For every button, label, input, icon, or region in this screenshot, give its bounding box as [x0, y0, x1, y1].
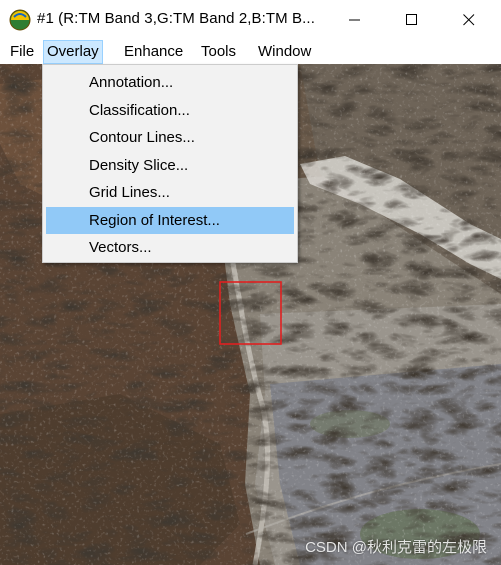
overlay-dropdown-menu: Annotation... Classification... Contour … [42, 64, 298, 263]
menu-window[interactable]: Window [254, 40, 315, 64]
menu-item-vectors[interactable]: Vectors... [46, 234, 294, 262]
menu-enhance[interactable]: Enhance [120, 40, 187, 64]
menu-file[interactable]: File [6, 40, 38, 64]
minimize-button[interactable] [327, 0, 383, 40]
menu-item-grid-lines[interactable]: Grid Lines... [46, 179, 294, 207]
minimize-icon [349, 19, 360, 21]
envi-app-icon [9, 9, 31, 31]
watermark-text: CSDN @秋利克雷的左极限 [305, 539, 487, 556]
close-icon [463, 14, 475, 26]
menu-tools[interactable]: Tools [197, 40, 240, 64]
maximize-icon [406, 14, 417, 25]
menu-bar: File Overlay Enhance Tools Window [0, 40, 501, 64]
menu-item-density-slice[interactable]: Density Slice... [46, 152, 294, 180]
menu-item-contour-lines[interactable]: Contour Lines... [46, 124, 294, 152]
title-bar: #1 (R:TM Band 3,G:TM Band 2,B:TM B... [0, 0, 501, 40]
menu-item-classification[interactable]: Classification... [46, 97, 294, 125]
maximize-button[interactable] [384, 0, 440, 40]
menu-item-region-of-interest[interactable]: Region of Interest... [46, 206, 294, 234]
menu-item-annotation[interactable]: Annotation... [46, 69, 294, 97]
close-button[interactable] [441, 0, 497, 40]
window-title: #1 (R:TM Band 3,G:TM Band 2,B:TM B... [37, 10, 315, 27]
menu-overlay[interactable]: Overlay [43, 40, 103, 64]
